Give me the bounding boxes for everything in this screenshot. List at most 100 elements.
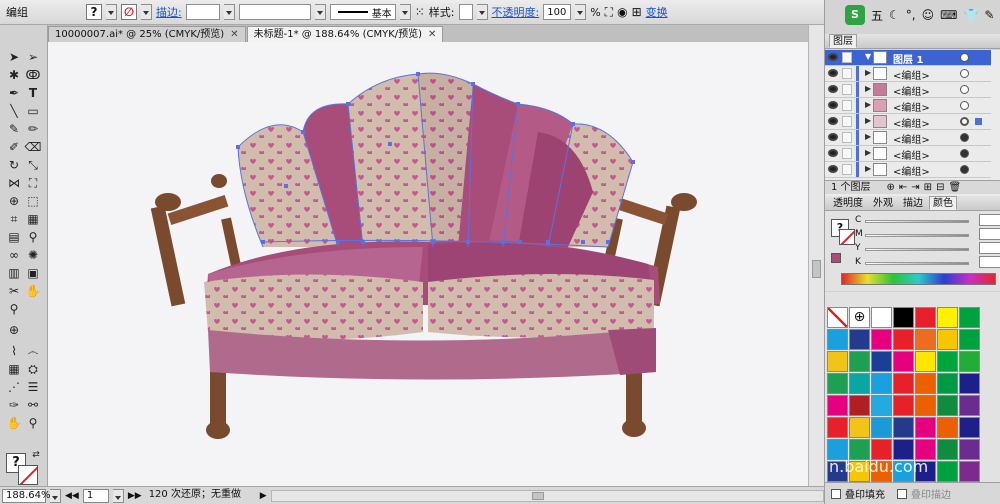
keyboard-icon[interactable]: ⌨ xyxy=(940,8,957,22)
visibility-eye-icon[interactable] xyxy=(828,69,838,77)
rectangle-tool-icon[interactable]: ▭ xyxy=(24,103,42,119)
visibility-eye-icon[interactable] xyxy=(828,85,838,93)
none-swatch[interactable] xyxy=(827,307,848,328)
eyedropper-icon[interactable]: ⚲ xyxy=(24,229,42,245)
layer-row[interactable]: ▶ <编组> xyxy=(825,82,991,98)
color-swatch[interactable] xyxy=(827,373,848,394)
tab-transparency[interactable]: 透明度 xyxy=(829,196,867,210)
color-swatch[interactable] xyxy=(849,417,870,438)
artboard-tool-icon[interactable]: ▣ xyxy=(24,265,42,281)
color-swatch[interactable] xyxy=(893,329,914,350)
horizontal-scrollbar[interactable] xyxy=(270,489,824,502)
color-swatch[interactable] xyxy=(937,373,958,394)
color-swatch[interactable] xyxy=(893,395,914,416)
doc-tab-1[interactable]: 10000007.ai* @ 25% (CMYK/预览) ✕ xyxy=(48,26,246,42)
overprint-stroke-checkbox[interactable] xyxy=(897,488,907,499)
color-swatch[interactable] xyxy=(827,329,848,350)
rotate-tool-icon[interactable]: ↻ xyxy=(5,157,23,173)
ime-mode[interactable]: 五 xyxy=(871,7,883,24)
color-swatch[interactable] xyxy=(893,351,914,372)
color-swatch[interactable] xyxy=(827,395,848,416)
perspective-grid-icon[interactable]: ⌗ xyxy=(5,211,23,227)
shape-builder-icon[interactable]: ⊕ xyxy=(5,193,23,209)
width-tool-icon[interactable]: ⋈ xyxy=(5,175,23,191)
type-tool-icon[interactable]: T xyxy=(24,85,42,101)
align-icon[interactable]: ⁙ xyxy=(415,5,425,19)
slice-tool-icon[interactable]: ✂ xyxy=(5,283,23,299)
opacity-link[interactable]: 不透明度: xyxy=(492,4,540,20)
variable-width-field[interactable] xyxy=(238,4,311,20)
layer-row[interactable]: ▶ <编组> xyxy=(825,114,991,130)
live-paint-icon[interactable]: ⬚ xyxy=(24,193,42,209)
gradient-tool-icon[interactable]: ▤ xyxy=(5,229,23,245)
layer-row[interactable]: ▶ <编组> xyxy=(825,98,991,114)
punctuation-icon[interactable]: °, xyxy=(906,8,916,22)
color-swatch[interactable] xyxy=(871,351,892,372)
lock-toggle[interactable] xyxy=(842,52,852,63)
artboard-field[interactable]: 1 xyxy=(82,488,109,503)
swap-icon[interactable]: ⇄ xyxy=(27,447,45,463)
color-swatch[interactable] xyxy=(871,307,892,328)
layer-row-main[interactable]: ▼ 图层 1 xyxy=(825,50,991,66)
slider-m[interactable]: M xyxy=(855,228,1000,241)
slider-k[interactable]: K xyxy=(855,256,1000,269)
color-swatch[interactable] xyxy=(849,373,870,394)
color-swatch[interactable] xyxy=(937,417,958,438)
wrinkle-icon[interactable]: ☰ xyxy=(24,379,42,395)
recolor-icon[interactable]: ⛶ xyxy=(605,5,613,20)
color-swatch[interactable] xyxy=(959,461,980,482)
color-swatch[interactable] xyxy=(915,395,936,416)
color-swatch[interactable] xyxy=(959,329,980,350)
stroke-swatch[interactable]: ∅ xyxy=(121,4,137,20)
fill-dropdown[interactable] xyxy=(106,4,117,20)
color-stroke-box[interactable] xyxy=(839,229,855,245)
stroke-dropdown[interactable] xyxy=(141,4,152,20)
zoom-icon[interactable]: ⚲ xyxy=(24,415,42,431)
hand-tool-icon[interactable]: ✋ xyxy=(24,283,42,299)
color-swatch[interactable] xyxy=(915,417,936,438)
zoom-tool-icon[interactable]: ⚲ xyxy=(5,301,23,317)
layer-row[interactable]: ▶ <编组> xyxy=(825,66,991,82)
eraser-icon[interactable]: ⌫ xyxy=(24,139,42,155)
pucker-tool-icon[interactable]: ▦ xyxy=(5,361,23,377)
color-swatch[interactable] xyxy=(827,351,848,372)
artboard-canvas[interactable] xyxy=(48,42,808,486)
pencil-icon[interactable]: ✏ xyxy=(24,121,42,137)
graph-tool-icon[interactable]: ▥ xyxy=(5,265,23,281)
color-swatch[interactable] xyxy=(871,329,892,350)
brush-stroke-field[interactable]: 基本 xyxy=(329,4,396,20)
visibility-eye-icon[interactable] xyxy=(828,165,838,173)
eyedropper-icon[interactable]: ✑ xyxy=(5,397,23,413)
free-transform-icon[interactable]: ⛶ xyxy=(24,175,42,191)
stroke-weight-field[interactable] xyxy=(185,4,220,20)
layer-row[interactable]: ▶ <编组> xyxy=(825,146,991,162)
visibility-eye-icon[interactable] xyxy=(828,53,838,61)
target-circle-icon[interactable] xyxy=(960,53,969,62)
color-swatch[interactable] xyxy=(893,307,914,328)
isolate-icon[interactable]: ◉ xyxy=(617,5,627,19)
tab-layers[interactable]: 图层 xyxy=(829,34,857,48)
warp-tool-icon[interactable]: ⌇ xyxy=(5,343,23,359)
paintbrush-icon[interactable]: ✎ xyxy=(5,121,23,137)
opacity-dropdown[interactable] xyxy=(575,4,587,20)
color-swatch[interactable] xyxy=(937,395,958,416)
first-artboard-icon[interactable]: ◀◀ xyxy=(65,491,79,501)
color-swatch[interactable] xyxy=(849,395,870,416)
line-tool-icon[interactable]: ╲ xyxy=(5,103,23,119)
color-swatch[interactable] xyxy=(937,329,958,350)
opacity-input[interactable]: 100 xyxy=(543,4,572,20)
visibility-eye-icon[interactable] xyxy=(828,101,838,109)
bloat-tool-icon[interactable]: ⛭ xyxy=(24,361,42,377)
visibility-eye-icon[interactable] xyxy=(828,149,838,157)
color-swatch[interactable] xyxy=(959,307,980,328)
visibility-eye-icon[interactable] xyxy=(828,117,838,125)
brush-dropdown[interactable] xyxy=(399,4,411,20)
color-swatch[interactable] xyxy=(915,351,936,372)
lasso-icon[interactable]: ↂ xyxy=(24,67,42,83)
color-swatch[interactable] xyxy=(827,417,848,438)
moon-icon[interactable]: ☾ xyxy=(889,8,900,22)
twirl-tool-icon[interactable]: ෴ xyxy=(24,343,42,359)
stroke-weight-dropdown[interactable] xyxy=(223,4,235,20)
zoom-dropdown[interactable] xyxy=(50,488,61,503)
sogou-logo-icon[interactable]: S xyxy=(845,5,865,25)
